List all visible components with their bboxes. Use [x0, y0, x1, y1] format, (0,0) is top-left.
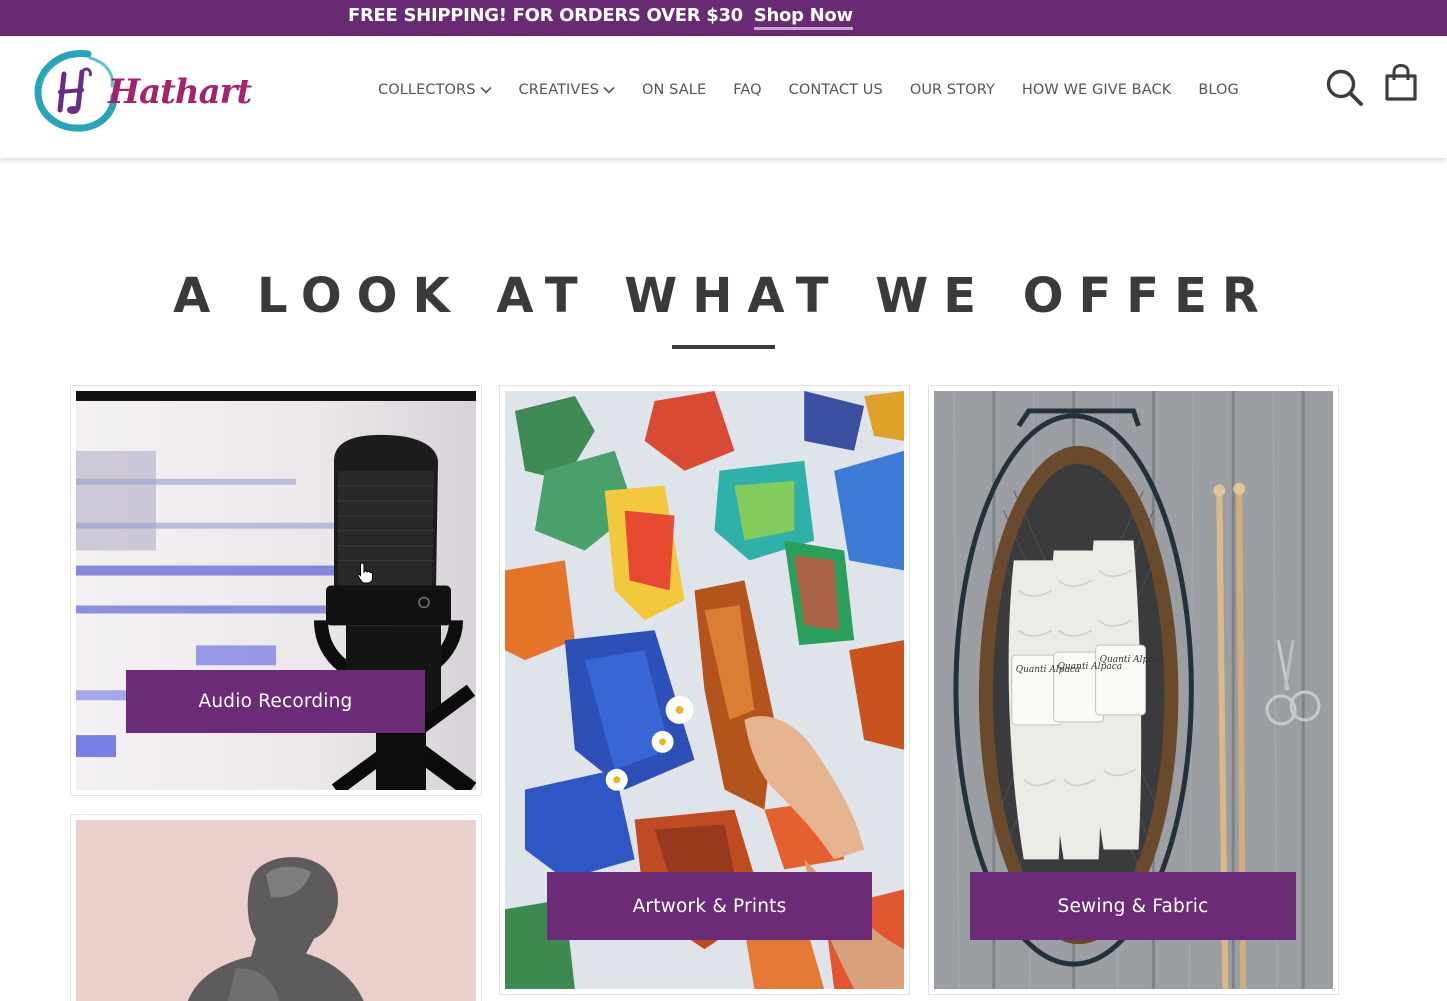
cart-button[interactable] [1384, 63, 1418, 102]
site-header: Hathart COLLECTORS CREATIVES ON SALE FAQ… [0, 36, 1447, 158]
statue-image [76, 820, 476, 1001]
shopping-bag-icon [1385, 63, 1417, 101]
section-title: A LOOK AT WHAT WE OFFER [173, 268, 1274, 324]
shop-now-link[interactable]: Shop Now [753, 5, 853, 30]
nav-label: COLLECTORS [378, 82, 476, 98]
announcement-bar: FREE SHIPPING! FOR ORDERS OVER $30 Shop … [0, 0, 1447, 36]
announcement-text: FREE SHIPPING! FOR ORDERS OVER $30 [348, 5, 743, 26]
nav-how-we-give-back[interactable]: HOW WE GIVE BACK [1022, 82, 1171, 98]
nav-creatives[interactable]: CREATIVES [519, 82, 615, 98]
nav-our-story[interactable]: OUR STORY [910, 82, 995, 98]
title-divider [672, 345, 775, 349]
brand-logo[interactable]: Hathart [30, 44, 252, 136]
chevron-down-icon [603, 86, 615, 94]
nav-label: CREATIVES [518, 82, 600, 98]
card-image [76, 820, 476, 1001]
card-image: Quanti Alpaca Quanti Alpaca Quanti Alpac… [934, 391, 1333, 989]
nav-on-sale[interactable]: ON SALE [642, 82, 706, 98]
category-card-sculpture[interactable] [70, 814, 482, 1001]
logo-wordmark: Hathart [108, 72, 252, 112]
nav-contact-us[interactable]: CONTACT US [789, 82, 883, 98]
nav-collectors[interactable]: COLLECTORS [378, 82, 492, 98]
card-label-button[interactable]: Audio Recording [126, 670, 425, 733]
category-card-artwork-prints[interactable]: Artwork & Prints [499, 385, 910, 995]
card-image: Artwork & Prints [505, 391, 904, 989]
search-icon [1326, 69, 1363, 106]
nav-faq[interactable]: FAQ [733, 82, 761, 98]
search-button[interactable] [1324, 67, 1364, 107]
card-label-button[interactable]: Artwork & Prints [547, 872, 872, 940]
card-label-button[interactable]: Sewing & Fabric [970, 872, 1296, 940]
chevron-down-icon [479, 86, 492, 94]
category-card-audio-recording[interactable]: Audio Recording [70, 385, 482, 796]
category-card-sewing-fabric[interactable]: Quanti Alpaca Quanti Alpaca Quanti Alpac… [928, 385, 1339, 995]
hand-cursor-icon [357, 562, 373, 584]
announcement-content: FREE SHIPPING! FOR ORDERS OVER $30 Shop … [348, 5, 853, 31]
yarn-label-text: Quanti Alpaca [1100, 655, 1164, 665]
main-navigation: COLLECTORS CREATIVES ON SALE FAQ CONTACT… [378, 80, 1239, 100]
nav-blog[interactable]: BLOG [1198, 82, 1239, 98]
card-image: Audio Recording [76, 391, 476, 790]
